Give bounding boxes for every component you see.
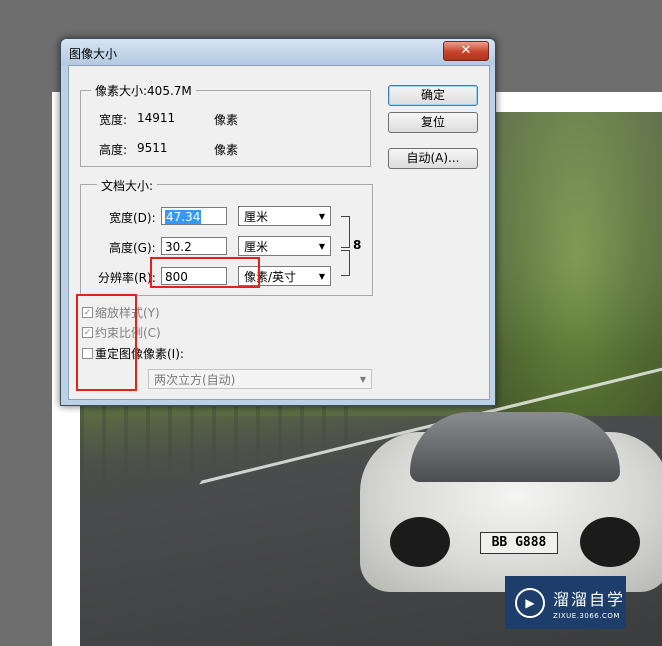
close-icon: ✕ bbox=[460, 43, 472, 58]
doc-width-value: 47.34 bbox=[165, 210, 202, 224]
doc-height-unit: 厘米 bbox=[244, 240, 269, 254]
doc-width-label: 宽度(D): bbox=[109, 211, 156, 225]
pixel-height-label: 高度: bbox=[99, 143, 128, 157]
auto-button[interactable]: 自动(A)... bbox=[388, 148, 478, 169]
pixel-width-value: 14911 bbox=[137, 111, 176, 125]
doc-height-unit-select[interactable]: 厘米 ▼ bbox=[238, 236, 331, 256]
resample-method: 两次立方(自动) bbox=[154, 373, 236, 387]
chevron-down-icon: ▼ bbox=[318, 212, 325, 221]
doc-height-label: 高度(G): bbox=[109, 241, 156, 255]
car-intake-right bbox=[580, 517, 640, 567]
reset-button[interactable]: 复位 bbox=[388, 112, 478, 133]
play-icon: ▶ bbox=[515, 587, 545, 618]
highlight-box-resolution bbox=[150, 257, 260, 288]
chevron-down-icon: ▼ bbox=[318, 272, 325, 281]
doc-width-unit: 厘米 bbox=[244, 210, 269, 224]
watermark: ▶ 溜溜自学 ZIXUE.3066.COM bbox=[505, 576, 626, 629]
title-bar[interactable]: 图像大小 ✕ bbox=[61, 39, 495, 65]
dialog-title: 图像大小 bbox=[69, 47, 118, 61]
car-windshield bbox=[410, 412, 620, 482]
pixel-height-value: 9511 bbox=[137, 141, 168, 155]
document-size-legend: 文档大小: bbox=[97, 177, 158, 194]
close-button[interactable]: ✕ bbox=[443, 41, 489, 61]
pixel-width-unit: 像素 bbox=[214, 113, 239, 127]
link-bracket-top bbox=[341, 216, 350, 248]
resolution-label: 分辨率(R): bbox=[98, 271, 156, 285]
pixel-height-unit: 像素 bbox=[214, 143, 239, 157]
car-intake-left bbox=[390, 517, 450, 567]
doc-height-value: 30.2 bbox=[165, 240, 192, 254]
watermark-name: 溜溜自学 bbox=[553, 589, 626, 609]
doc-width-input[interactable]: 47.34 bbox=[161, 207, 227, 225]
doc-width-unit-select[interactable]: 厘米 ▼ bbox=[238, 206, 331, 226]
chevron-down-icon: ▼ bbox=[359, 375, 366, 384]
chain-link-icon: 8 bbox=[353, 238, 362, 252]
pixel-width-label: 宽度: bbox=[99, 113, 128, 127]
resample-method-select[interactable]: 两次立方(自动) ▼ bbox=[148, 369, 372, 389]
chevron-down-icon: ▼ bbox=[318, 242, 325, 251]
pixel-dimensions-legend: 像素大小:405.7M bbox=[91, 82, 196, 99]
highlight-box-options bbox=[76, 294, 137, 391]
watermark-url: ZIXUE.3066.COM bbox=[553, 611, 620, 620]
ok-button[interactable]: 确定 bbox=[388, 85, 478, 106]
license-plate: BB G888 bbox=[480, 532, 558, 554]
doc-height-input[interactable]: 30.2 bbox=[161, 237, 227, 255]
link-bracket-bottom bbox=[341, 250, 350, 276]
